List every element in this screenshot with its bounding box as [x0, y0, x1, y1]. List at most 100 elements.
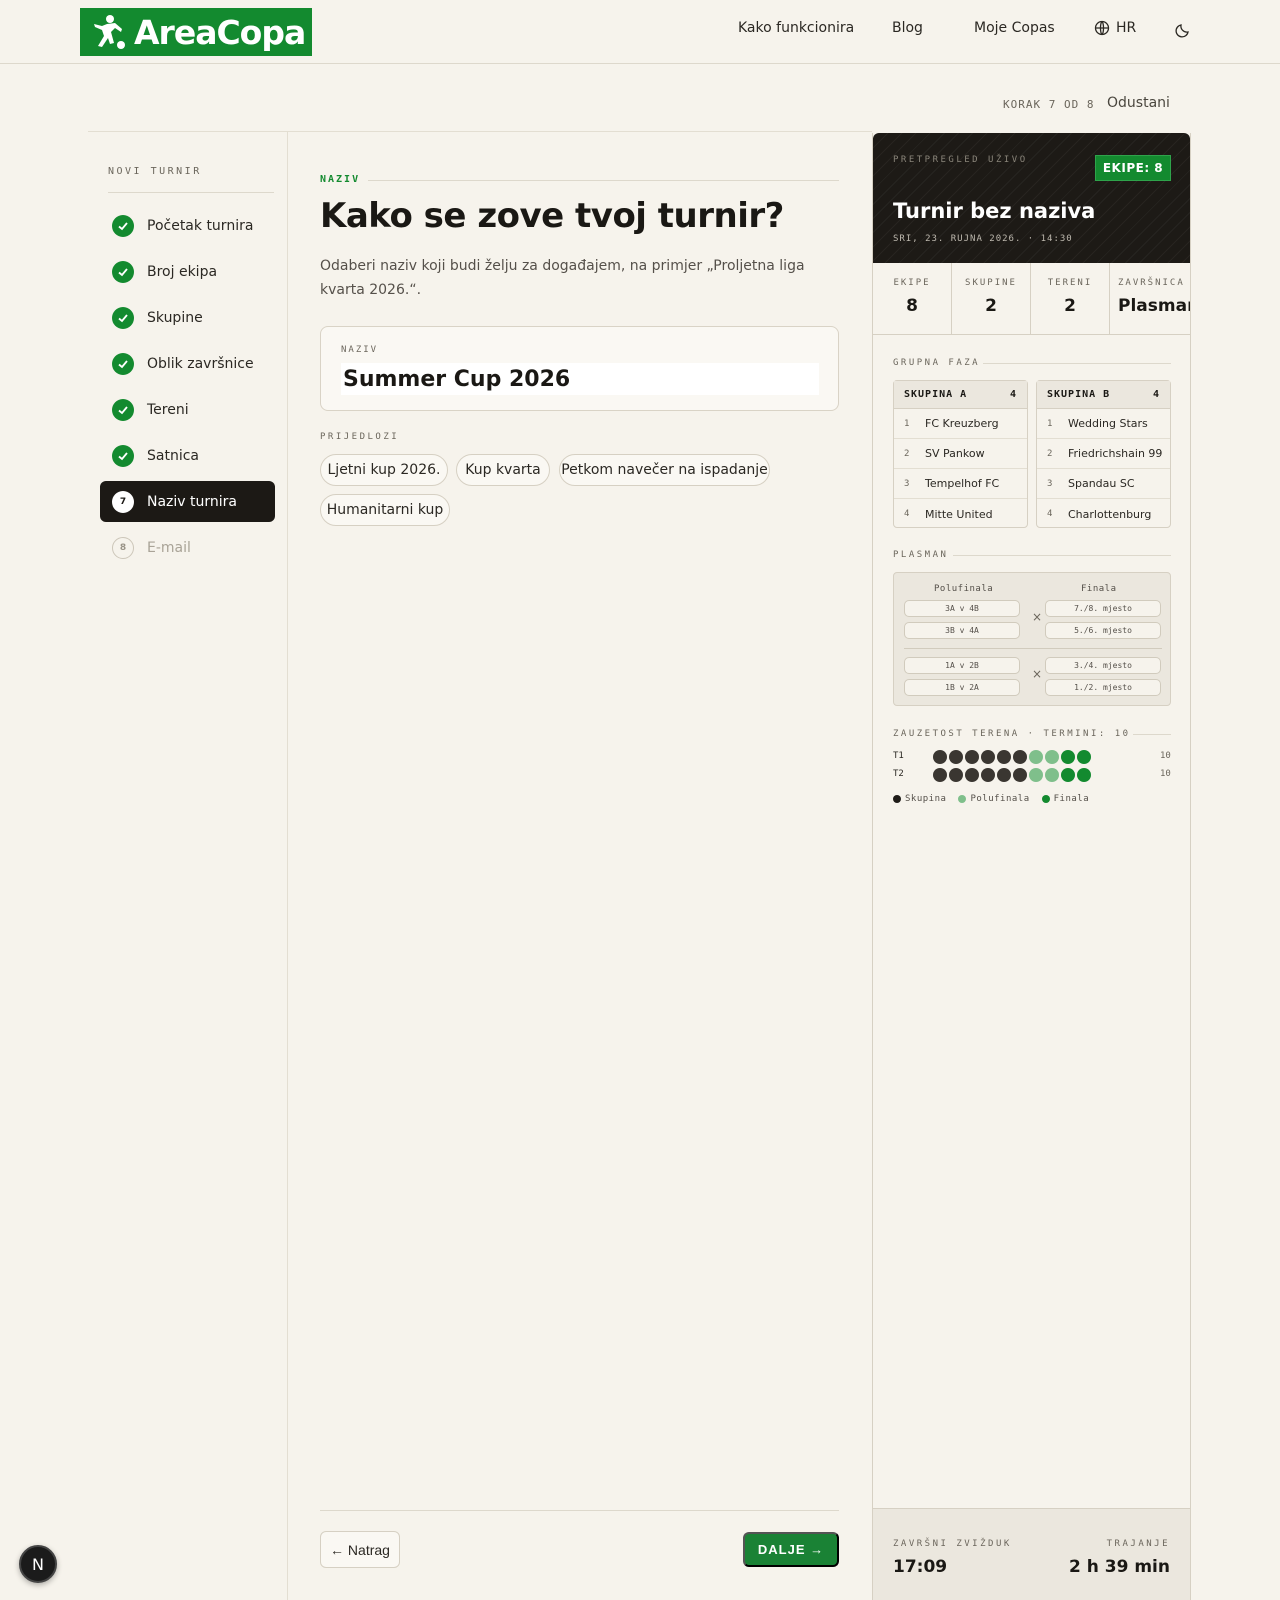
final-match: 5./6. mjesto	[1045, 622, 1161, 639]
stat-value: 2	[985, 296, 997, 316]
sidebar-step-courts[interactable]: Tereni	[100, 389, 275, 430]
check-icon	[112, 260, 134, 283]
team-rank: 1	[904, 418, 910, 429]
court-slot-count: 10	[1160, 769, 1171, 779]
player-kick-icon	[94, 15, 125, 49]
group-name: SKUPINA A	[904, 389, 968, 400]
team-row: 4 Charlottenburg	[1037, 499, 1170, 529]
divider	[983, 363, 1171, 364]
step-number: 7	[112, 490, 134, 513]
team-name: SV Pankow	[925, 447, 985, 460]
group-header: SKUPINA B 4	[1037, 381, 1170, 409]
check-icon	[112, 444, 134, 467]
nav-how-it-works[interactable]: Kako funkcionira	[738, 20, 854, 36]
semifinals-label: Polufinala	[934, 584, 994, 594]
dev-tools-badge[interactable]: N	[19, 1545, 57, 1583]
court-slot-dot	[949, 768, 963, 782]
stat-label: SKUPINE	[965, 278, 1017, 288]
sidebar-step-finals-format[interactable]: Oblik završnice	[100, 343, 275, 384]
nav-my-copas[interactable]: Moje Copas	[974, 20, 1055, 36]
legend-item: Skupina	[893, 794, 946, 804]
sidebar-step-groups[interactable]: Skupine	[100, 297, 275, 338]
duration-value: 2 h 39 min	[1069, 1557, 1170, 1577]
court-slots-t2	[933, 768, 1091, 782]
check-icon	[112, 214, 134, 237]
sidebar-step-teams[interactable]: Broj ekipa	[100, 251, 275, 292]
final-whistle-value: 17:09	[893, 1557, 948, 1577]
divider	[287, 131, 288, 1600]
court-slot-dot	[1045, 750, 1059, 764]
theme-toggle[interactable]	[1175, 22, 1191, 42]
page-title: Kako se zove tvoj turnir?	[320, 196, 784, 236]
court-slot-dot	[1013, 768, 1027, 782]
sidebar-step-email[interactable]: 8 E-mail	[100, 527, 275, 568]
court-slot-dot	[949, 750, 963, 764]
court-slots-t1	[933, 750, 1091, 764]
sidebar-title: NOVI TURNIR	[108, 166, 202, 177]
team-name: Spandau SC	[1068, 477, 1135, 490]
check-icon	[112, 398, 134, 421]
divider	[953, 555, 1171, 556]
suggestion-chip[interactable]: Ljetni kup 2026.	[320, 454, 448, 486]
court-slot-count: 10	[1160, 751, 1171, 761]
team-name: FC Kreuzberg	[925, 417, 999, 430]
tournament-name-input[interactable]	[341, 363, 819, 395]
legend-item: Polufinala	[958, 794, 1029, 804]
suggestions-title: PRIJEDLOZI	[320, 432, 400, 442]
legend-item: Finala	[1041, 794, 1090, 804]
team-count-badge: EKIPE: 8	[1095, 155, 1171, 181]
divider	[88, 131, 872, 132]
stat-finals: ZAVRŠNICA Plasman	[1110, 263, 1190, 335]
name-field: NAZIV	[320, 326, 839, 411]
sidebar-step-tournament-name[interactable]: 7 Naziv turnira	[100, 481, 275, 522]
legend-label: Polufinala	[970, 794, 1030, 804]
court-slot-dot	[981, 768, 995, 782]
finals-label: Finala	[1081, 584, 1117, 594]
sidebar-step-label: Oblik završnice	[147, 355, 254, 372]
court-slot-dot	[1061, 750, 1075, 764]
logo[interactable]: AreaCopa	[80, 8, 312, 56]
sidebar-step-label: Skupine	[147, 309, 203, 326]
divider	[904, 648, 1162, 649]
stat-value: Plasman	[1118, 296, 1190, 316]
semifinal-match: 1B v 2A	[904, 679, 1020, 696]
team-row: 3 Spandau SC	[1037, 469, 1170, 499]
language-switcher[interactable]: HR	[1094, 20, 1136, 36]
stat-teams: EKIPE 8	[873, 263, 952, 335]
stat-value: 2	[1064, 296, 1076, 316]
court-slot-dot	[981, 750, 995, 764]
court-slot-dot	[997, 750, 1011, 764]
group-count: 4	[1152, 389, 1160, 400]
final-match: 3./4. mjesto	[1045, 657, 1161, 674]
sidebar-step-schedule[interactable]: Satnica	[100, 435, 275, 476]
suggestion-chip[interactable]: Kup kvarta	[456, 454, 550, 486]
next-button[interactable]: DALJE →	[743, 1532, 839, 1567]
final-match: 1./2. mjesto	[1045, 679, 1161, 696]
back-button[interactable]: ← Natrag	[320, 1531, 400, 1568]
nav-blog[interactable]: Blog	[892, 20, 923, 36]
sidebar-step-start[interactable]: Početak turnira	[100, 205, 275, 246]
preview-stats: EKIPE 8 SKUPINE 2 TERENI 2 ZAVRŠNICA Pla…	[873, 263, 1190, 335]
suggestion-chip[interactable]: Petkom navečer na ispadanje	[559, 454, 770, 486]
legend-dot	[893, 795, 901, 803]
check-icon	[112, 352, 134, 375]
cancel-link[interactable]: Odustani	[1107, 95, 1170, 111]
preview-eyebrow: PRETPREGLED UŽIVO	[893, 155, 1028, 165]
sidebar-step-label: E-mail	[147, 539, 191, 556]
legend-dot	[958, 795, 967, 803]
court-slot-dot	[965, 768, 979, 782]
group-header: SKUPINA A 4	[894, 381, 1027, 409]
court-slot-dot	[997, 768, 1011, 782]
court-slot-dot	[1013, 750, 1027, 764]
semifinal-match: 1A v 2B	[904, 657, 1020, 674]
final-match: 7./8. mjesto	[1045, 600, 1161, 617]
final-whistle-label: ZAVRŠNI ZVIŽDUK	[893, 1539, 1012, 1549]
group-stage-title: GRUPNA FAZA	[893, 358, 981, 368]
placement-title: PLASMAN	[893, 550, 949, 560]
step-number: 8	[112, 536, 134, 559]
divider	[368, 180, 839, 181]
court-slot-dot	[933, 750, 947, 764]
preview-date: SRI, 23. RUJNA 2026. · 14:30	[893, 234, 1073, 244]
suggestion-chip[interactable]: Humanitarni kup	[320, 494, 450, 526]
court-slot-dot	[965, 750, 979, 764]
